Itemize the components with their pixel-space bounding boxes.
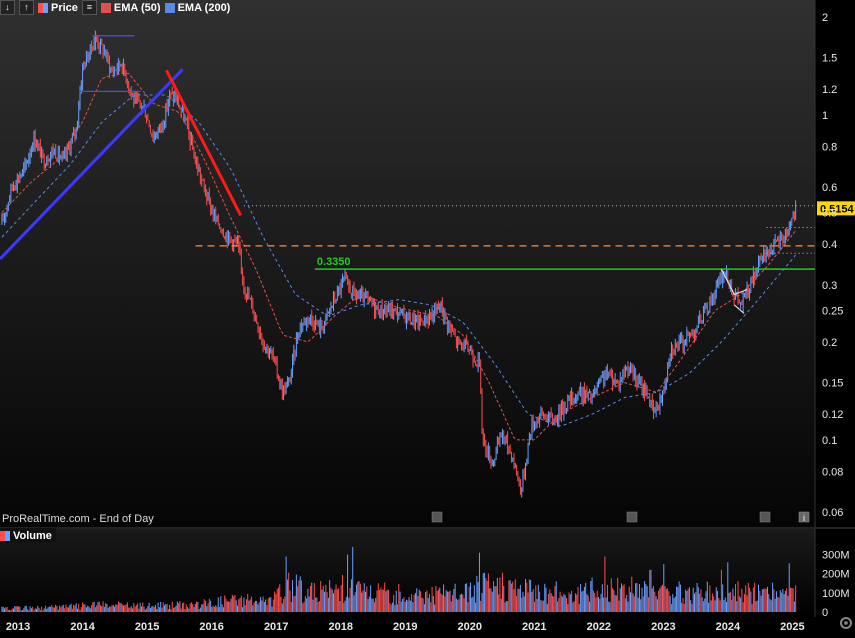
price-chart-svg: 0.33500.5154 21.51.210.80.60.50.40.30.25… bbox=[0, 0, 855, 633]
x-tick-label: 2023 bbox=[651, 621, 675, 633]
price-tick-label: 1.2 bbox=[822, 84, 837, 96]
chart-area: 0.3350 0.5154 2 1.5 1.2 1 0.8 0.6 0.5 0.4 0.3 0.25… bbox=[0, 0, 855, 633]
price-tick-label: 1.5 bbox=[822, 53, 837, 65]
volume-tick-label: 200M bbox=[822, 569, 850, 581]
legend-ema50[interactable]: EMA (50) bbox=[100, 1, 161, 14]
price-tick-label: 0.5 bbox=[822, 208, 837, 220]
volume-legend[interactable]: Volume bbox=[0, 528, 56, 543]
legend-ema50-label: EMA (50) bbox=[113, 1, 161, 14]
x-tick-label: 2018 bbox=[328, 621, 352, 633]
price-tick-label: 0.4 bbox=[822, 239, 837, 251]
chart-toolbar: ↓ ↑ Price ≡ EMA (50) EMA (200) bbox=[0, 0, 230, 15]
x-tick-label: 2024 bbox=[716, 621, 741, 633]
price-tick-label: 1 bbox=[822, 110, 828, 122]
info-icon-glyph: i bbox=[803, 513, 805, 523]
price-tick-label: 0.08 bbox=[822, 466, 843, 478]
legend-price-label: Price bbox=[51, 1, 78, 14]
calendar-icon[interactable] bbox=[759, 511, 771, 523]
volume-swatch-icon bbox=[0, 530, 10, 541]
x-tick-label: 2022 bbox=[587, 621, 611, 633]
x-tick-label: 2025 bbox=[780, 621, 804, 633]
ema50-swatch-icon bbox=[100, 2, 111, 13]
x-tick-label: 2013 bbox=[6, 621, 30, 633]
up-arrow-icon[interactable]: ↑ bbox=[19, 0, 34, 15]
price-tick-label: 2 bbox=[822, 12, 828, 24]
price-swatch-icon bbox=[38, 2, 48, 13]
x-tick-label: 2021 bbox=[522, 621, 546, 633]
price-tick-label: 0.6 bbox=[822, 182, 837, 194]
down-arrow-icon[interactable]: ↓ bbox=[0, 0, 15, 15]
volume-tick-label: 0 bbox=[822, 607, 828, 619]
volume-legend-label: Volume bbox=[13, 529, 52, 542]
source-label: ProRealTime.com - End of Day bbox=[2, 513, 154, 525]
legend-ema200[interactable]: EMA (200) bbox=[164, 1, 231, 14]
legend-ema200-label: EMA (200) bbox=[177, 1, 231, 14]
price-tick-label: 0.1 bbox=[822, 435, 837, 447]
legend-price[interactable]: Price bbox=[38, 2, 78, 14]
price-tick-label: 0.2 bbox=[822, 337, 837, 349]
price-tick-label: 0.3 bbox=[822, 280, 837, 292]
price-tick-label: 0.06 bbox=[822, 507, 843, 519]
x-tick-label: 2020 bbox=[458, 621, 482, 633]
price-tick-label: 0.15 bbox=[822, 378, 843, 390]
price-tick-label: 0.8 bbox=[822, 141, 837, 153]
volume-tick-label: 100M bbox=[822, 588, 850, 600]
price-panel-background bbox=[0, 0, 815, 527]
x-tick-label: 2015 bbox=[135, 621, 159, 633]
x-tick-label: 2017 bbox=[264, 621, 288, 633]
list-icon[interactable]: ≡ bbox=[81, 0, 97, 15]
calendar-icon[interactable] bbox=[626, 511, 638, 523]
x-tick-label: 2014 bbox=[70, 621, 95, 633]
calendar-icon[interactable] bbox=[431, 511, 443, 523]
support-label: 0.3350 bbox=[317, 256, 351, 268]
price-tick-label: 0.12 bbox=[822, 409, 843, 421]
x-tick-label: 2016 bbox=[199, 621, 223, 633]
x-tick-label: 2019 bbox=[393, 621, 417, 633]
volume-tick-label: 300M bbox=[822, 550, 850, 562]
price-tick-label: 0.25 bbox=[822, 305, 843, 317]
ema200-swatch-icon bbox=[164, 2, 175, 13]
